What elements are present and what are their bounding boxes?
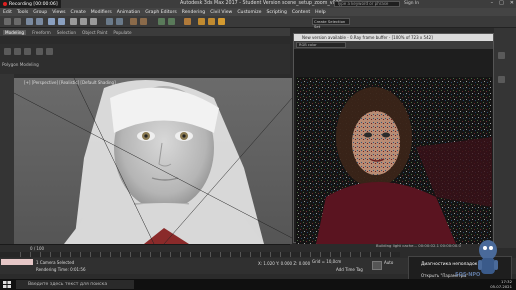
menu-item-views[interactable]: Views: [52, 10, 65, 15]
angle-snap-icon[interactable]: [116, 18, 123, 25]
rotate-icon[interactable]: [80, 18, 87, 25]
menu-item-tools[interactable]: Tools: [17, 10, 28, 15]
search-input[interactable]: Type a keyword or phrase: [334, 1, 400, 7]
selection-status: 1 Camera Selected: [36, 260, 75, 265]
auto-key-button[interactable]: Auto: [384, 260, 393, 265]
grid-size: Grid = 10,0cm: [312, 259, 342, 264]
menu-item-animation[interactable]: Animation: [117, 10, 140, 15]
track-ticks: [20, 252, 400, 257]
ribbon-tool-icon[interactable]: [24, 48, 31, 55]
menu-item-customize[interactable]: Customize: [237, 10, 261, 15]
modify-panel-icon[interactable]: [498, 76, 505, 83]
ribbon-panel: [0, 44, 290, 74]
render-progress-status: Building light cache... 00:00:02.1 00:00…: [376, 243, 461, 248]
viewport-render: [14, 78, 292, 244]
tab-object-paint[interactable]: Object Paint: [82, 30, 107, 35]
scale-icon[interactable]: [90, 18, 97, 25]
viewport-label[interactable]: [+] [Perspective] [Realistic] [Default S…: [24, 80, 116, 85]
watermark-text: SOS NPO: [455, 272, 481, 278]
taskbar-search-input[interactable]: Введите здесь текст для поиска: [16, 280, 134, 289]
tab-modeling[interactable]: Modeling: [3, 29, 27, 35]
menu-item-modifiers[interactable]: Modifiers: [91, 10, 112, 15]
ribbon-tool-icon[interactable]: [4, 48, 11, 55]
polygon-modeling-label[interactable]: Polygon Modeling: [2, 62, 39, 67]
vfb-toolbar: RGB color: [294, 41, 493, 49]
maximize-icon[interactable]: □: [499, 0, 504, 6]
create-panel-icon[interactable]: [498, 52, 505, 59]
vfb-title: New version available - 0.Ray frame buff…: [294, 34, 493, 41]
left-side-panel: [0, 74, 14, 248]
add-time-tag[interactable]: Add Time Tag: [336, 267, 363, 272]
link-icon[interactable]: [26, 18, 33, 25]
render-icon[interactable]: [218, 18, 225, 25]
set-key-button[interactable]: [372, 261, 382, 270]
render-setup-icon[interactable]: [198, 18, 205, 25]
recording-badge[interactable]: Recording [00:00:06]: [0, 0, 61, 8]
menu-item-content[interactable]: Content: [292, 10, 310, 15]
minimize-icon[interactable]: –: [491, 0, 494, 6]
tray-clock[interactable]: 17:32 05.07.2021: [490, 279, 512, 289]
snap-icon[interactable]: [106, 18, 113, 25]
menu-item-civil-view[interactable]: Civil View: [210, 10, 232, 15]
recording-label: Recording [00:00:06]: [9, 1, 58, 7]
tab-selection[interactable]: Selection: [57, 30, 76, 35]
menu-item-scripting[interactable]: Scripting: [266, 10, 286, 15]
close-icon[interactable]: ✕: [510, 0, 514, 6]
timeline-slider[interactable]: 0 / 100: [0, 244, 290, 252]
vray-frame-buffer-window: New version available - 0.Ray frame buff…: [293, 33, 494, 244]
select-by-name-icon[interactable]: [58, 18, 65, 25]
window-controls: – □ ✕: [491, 0, 514, 6]
schematic-icon[interactable]: [168, 18, 175, 25]
tab-populate[interactable]: Populate: [113, 30, 131, 35]
window-title: Autodesk 3ds Max 2017 - Student Version …: [180, 1, 354, 6]
ribbon-tabs: Modeling Freeform Selection Object Paint…: [0, 28, 290, 36]
record-icon: [3, 2, 7, 6]
ribbon-tool-icon[interactable]: [46, 48, 53, 55]
windows-start-icon[interactable]: [3, 281, 11, 288]
render-time: Rendering Time: 0:01:56: [36, 267, 86, 272]
selection-set-dropdown[interactable]: Create Selection Set: [312, 18, 350, 29]
time-counter: 0 / 100: [30, 246, 45, 251]
undo-icon[interactable]: [4, 18, 11, 25]
taskbar: Введите здесь текст для поиска 17:32 05.…: [0, 279, 516, 290]
maxscript-listener[interactable]: [1, 259, 33, 265]
menu-item-group[interactable]: Group: [33, 10, 47, 15]
menu-item-create[interactable]: Create: [71, 10, 86, 15]
clock-date: 05.07.2021: [490, 283, 512, 289]
select-icon[interactable]: [48, 18, 55, 25]
redo-icon[interactable]: [14, 18, 21, 25]
perspective-viewport[interactable]: [+] [Perspective] [Realistic] [Default S…: [14, 78, 292, 244]
menu-item-graph-editors[interactable]: Graph Editors: [145, 10, 177, 15]
menu-item-rendering[interactable]: Rendering: [182, 10, 205, 15]
curve-editor-icon[interactable]: [158, 18, 165, 25]
ribbon-tool-icon[interactable]: [14, 48, 21, 55]
ribbon-tool-icon[interactable]: [36, 48, 43, 55]
notification-title: Диагностика неполадок: [421, 262, 478, 267]
menu-item-help[interactable]: Help: [315, 10, 325, 15]
main-toolbar: Create Selection Set: [0, 16, 516, 29]
channel-dropdown[interactable]: RGB color: [296, 42, 346, 48]
tab-freeform[interactable]: Freeform: [32, 30, 51, 35]
mirror-icon[interactable]: [130, 18, 137, 25]
title-bar: Recording [00:00:06] Autodesk 3ds Max 20…: [0, 0, 516, 8]
menu-item-edit[interactable]: Edit: [3, 10, 12, 15]
sign-in-link[interactable]: Sign In: [404, 1, 419, 6]
unlink-icon[interactable]: [36, 18, 43, 25]
render-frame-icon[interactable]: [208, 18, 215, 25]
move-icon[interactable]: [70, 18, 77, 25]
coordinate-display[interactable]: X: 1.020 Y: 0.000 Z: 0.000: [258, 261, 310, 266]
command-panel: [494, 28, 516, 248]
menu-bar: Edit Tools Group Views Create Modifiers …: [0, 8, 516, 16]
material-editor-icon[interactable]: [184, 18, 191, 25]
align-icon[interactable]: [140, 18, 147, 25]
vfb-render-image: [296, 77, 492, 244]
